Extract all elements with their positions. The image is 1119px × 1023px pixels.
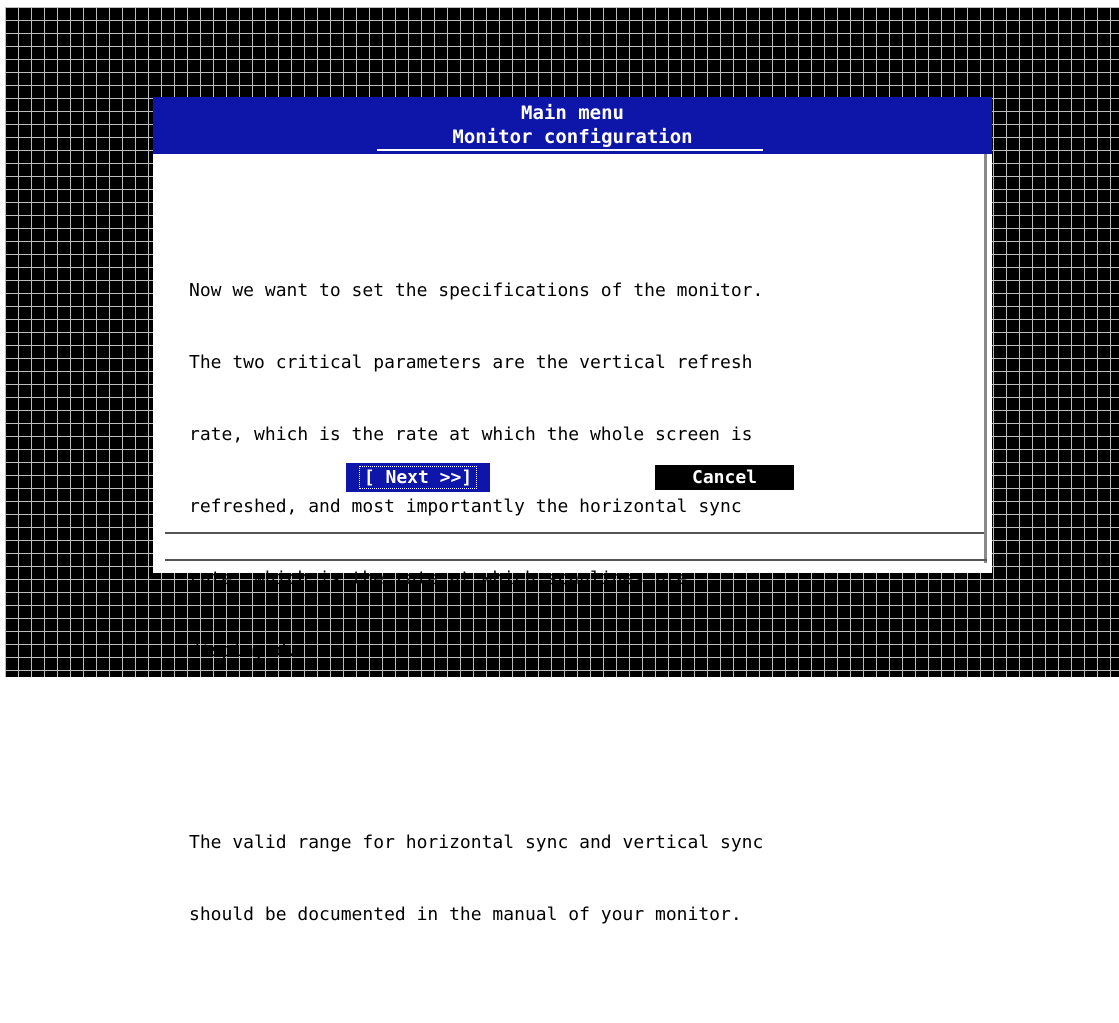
text-line: Now we want to set the specifications of… bbox=[189, 280, 764, 301]
monitor-config-dialog: Main menu Monitor configuration Now we w… bbox=[153, 97, 992, 925]
dialog-frame-right bbox=[984, 154, 987, 563]
text-line: rate, which is the rate at which scanlin… bbox=[189, 568, 688, 589]
next-button-label: [ Next >>] bbox=[358, 465, 478, 490]
dialog-body: Now we want to set the specifications of… bbox=[189, 183, 979, 1023]
cancel-button[interactable]: Cancel bbox=[655, 465, 794, 490]
text-line: should be documented in the manual of yo… bbox=[189, 904, 742, 925]
next-button[interactable]: [ Next >>] bbox=[346, 463, 490, 492]
subtitle-underline bbox=[377, 149, 763, 151]
dialog-subtitle: Monitor configuration bbox=[452, 126, 693, 148]
paragraph-1: Now we want to set the specifications of… bbox=[189, 231, 979, 711]
dialog-title: Main menu bbox=[521, 102, 624, 124]
text-line: The two critical parameters are the vert… bbox=[189, 352, 753, 373]
separator-line bbox=[165, 559, 987, 561]
separator-line bbox=[165, 532, 984, 534]
text-line: The valid range for horizontal sync and … bbox=[189, 832, 764, 853]
dialog-titlebar: Main menu Monitor configuration bbox=[153, 97, 992, 154]
desktop-background: Main menu Monitor configuration Now we w… bbox=[5, 7, 1119, 925]
paragraph-2: The valid range for horizontal sync and … bbox=[189, 783, 979, 975]
text-line: refreshed, and most importantly the hori… bbox=[189, 496, 742, 517]
text-line: displayed. bbox=[189, 640, 298, 661]
text-line: rate, which is the rate at which the who… bbox=[189, 424, 753, 445]
